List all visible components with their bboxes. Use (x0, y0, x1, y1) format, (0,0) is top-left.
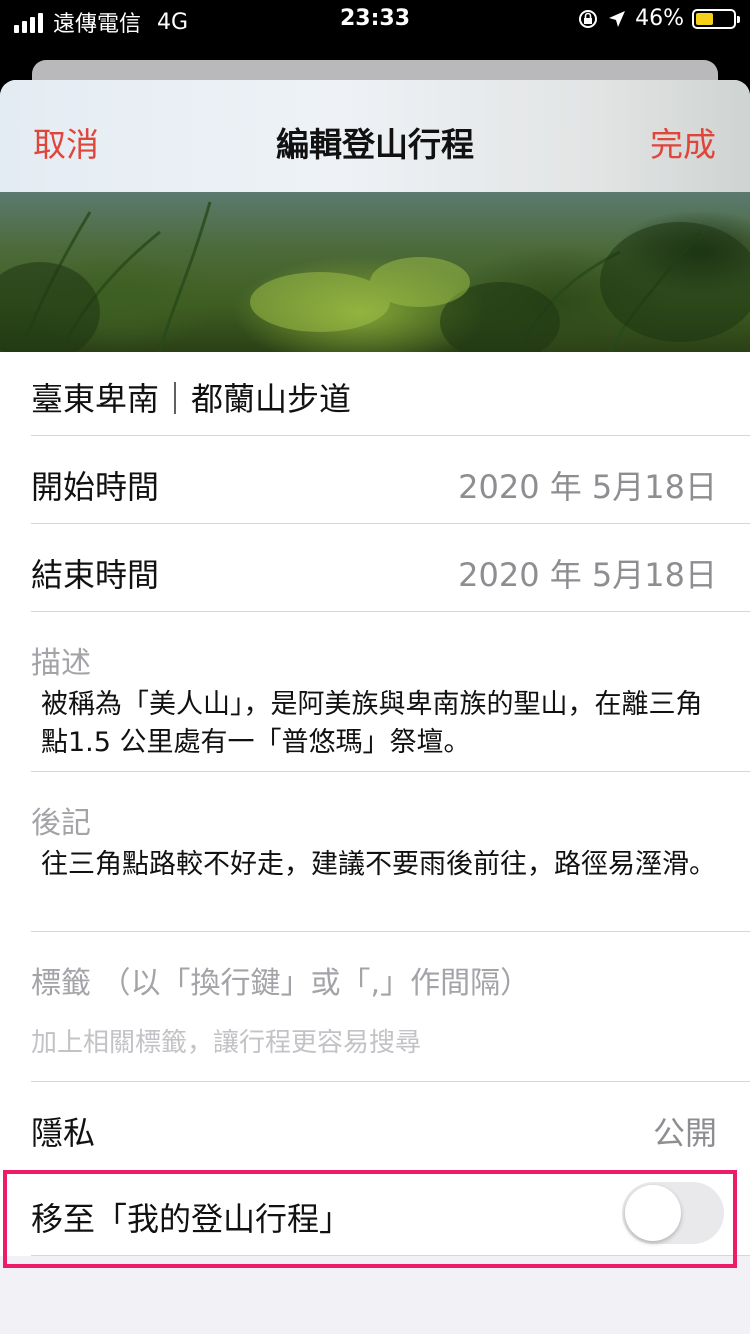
cover-photo[interactable] (0, 192, 750, 352)
battery-icon (692, 8, 740, 29)
description-section: 描述 被稱為「美人山」，是阿美族與卑南族的聖山，在離三角點1.5 公里處有一「普… (0, 612, 750, 772)
privacy-label: 隱私 (31, 1114, 96, 1152)
start-time-row[interactable]: 開始時間 2020 年 5月18日 (0, 436, 750, 524)
location-arrow-icon (609, 10, 626, 27)
done-button[interactable]: 完成 (650, 118, 716, 166)
description-field[interactable]: 被稱為「美人山」，是阿美族與卑南族的聖山，在離三角點1.5 公里處有一「普悠瑪」… (41, 686, 721, 762)
nav-bar: 取消 編輯登山行程 完成 (0, 80, 750, 192)
start-time-label: 開始時間 (31, 468, 160, 506)
status-bar: 遠傳電信 4G 23:33 46% (0, 0, 750, 40)
start-time-value[interactable]: 2020 年 5月18日 (458, 462, 717, 508)
notes-label: 後記 (31, 806, 91, 841)
notes-section: 後記 往三角點路較不好走，建議不要雨後前往，路徑易溼滑。 (0, 772, 750, 932)
trip-name-row[interactable]: 臺東卑南｜都蘭山步道 (0, 352, 750, 436)
end-time-label: 結束時間 (31, 556, 160, 594)
tags-label: 標籤 （以「換行鍵」或「,」作間隔） (31, 966, 531, 1001)
notes-field[interactable]: 往三角點路較不好走，建議不要雨後前往，路徑易溼滑。 (41, 846, 721, 884)
battery-percent: 46% (635, 6, 684, 31)
highlight-box (3, 1170, 737, 1268)
tags-section: 標籤 （以「換行鍵」或「,」作間隔） 加上相關標籤，讓行程更容易搜尋 (0, 932, 750, 1082)
tags-input[interactable]: 加上相關標籤，讓行程更容易搜尋 (31, 1022, 421, 1059)
description-label: 描述 (31, 646, 91, 681)
privacy-row[interactable]: 隱私 公開 (0, 1082, 750, 1170)
page-title: 編輯登山行程 (276, 125, 474, 164)
end-time-row[interactable]: 結束時間 2020 年 5月18日 (0, 524, 750, 612)
edit-sheet: 取消 編輯登山行程 完成 臺東卑南｜都蘭山步道 開始時間 2020 年 5月18… (0, 80, 750, 1334)
status-right: 46% (577, 6, 740, 31)
foliage-illustration (0, 201, 750, 352)
trip-name[interactable]: 臺東卑南｜都蘭山步道 (31, 374, 351, 420)
privacy-value[interactable]: 公開 (653, 1108, 717, 1154)
rotation-lock-icon (579, 9, 598, 28)
end-time-value[interactable]: 2020 年 5月18日 (458, 550, 717, 596)
